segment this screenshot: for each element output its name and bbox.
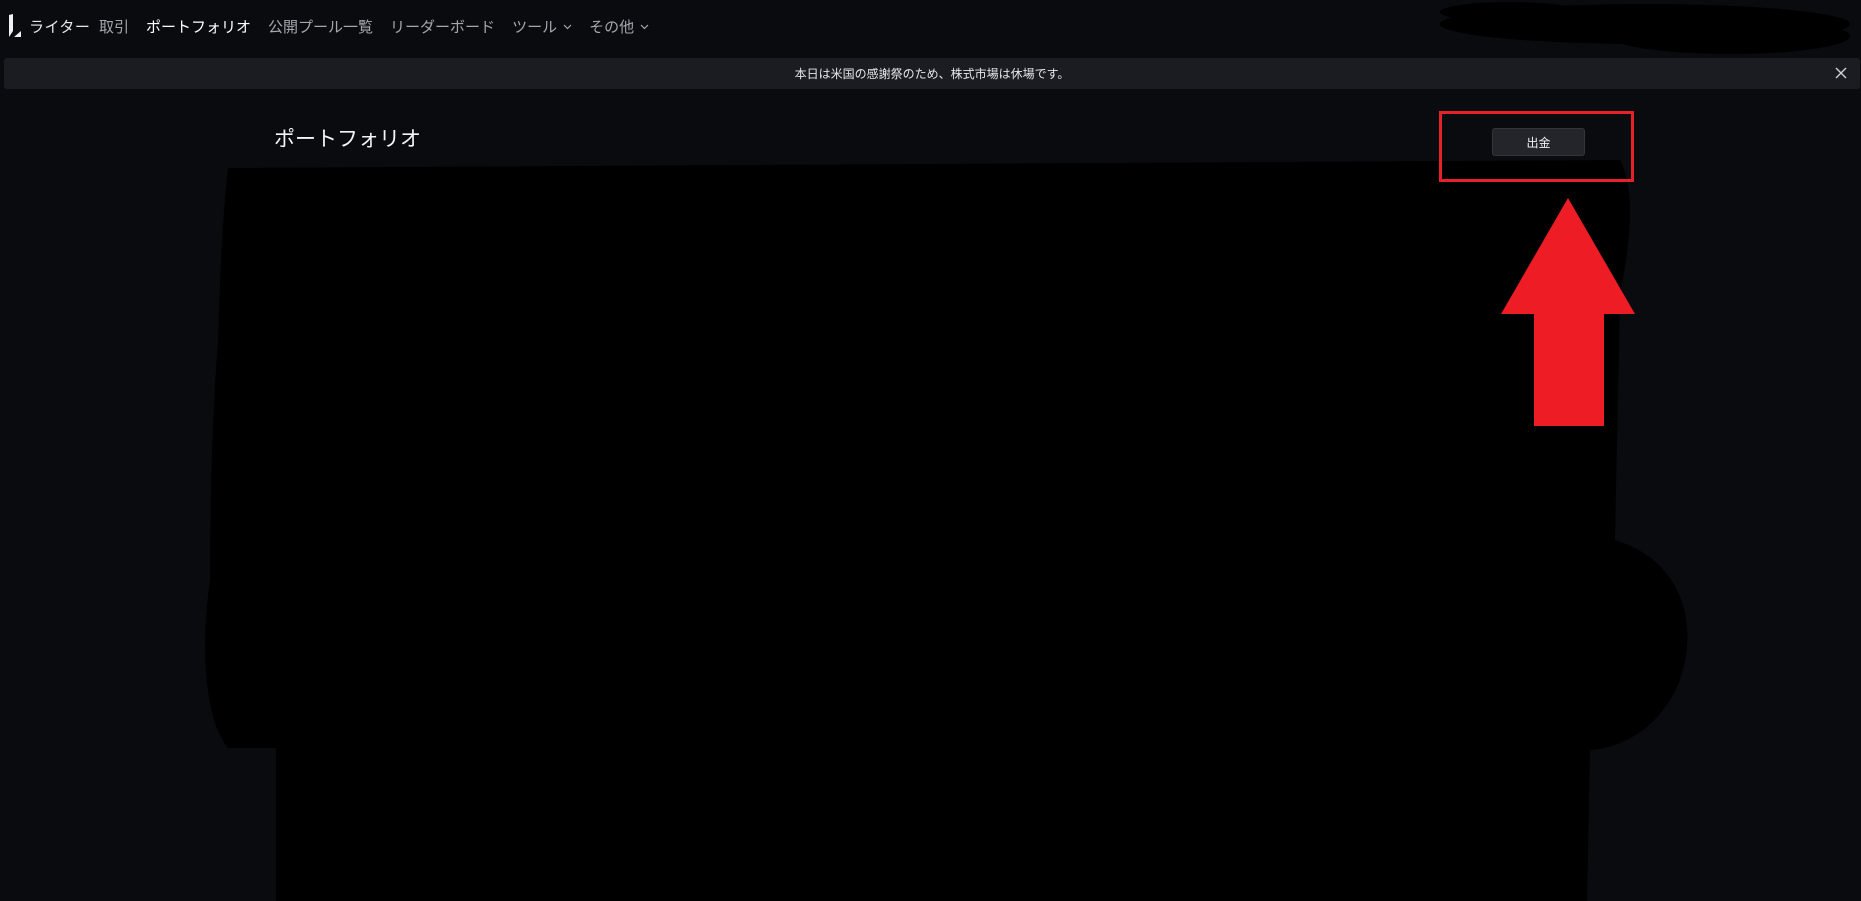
withdraw-button[interactable]: 出金: [1492, 128, 1585, 156]
red-up-arrow-icon: [1501, 198, 1635, 426]
portfolio-page: ライター 取引 ポートフォリオ 公開プール一覧 リーダーボード ツール その他 …: [0, 0, 1861, 901]
page-title: ポートフォリオ: [274, 127, 421, 151]
withdraw-button-label: 出金: [1526, 135, 1551, 150]
